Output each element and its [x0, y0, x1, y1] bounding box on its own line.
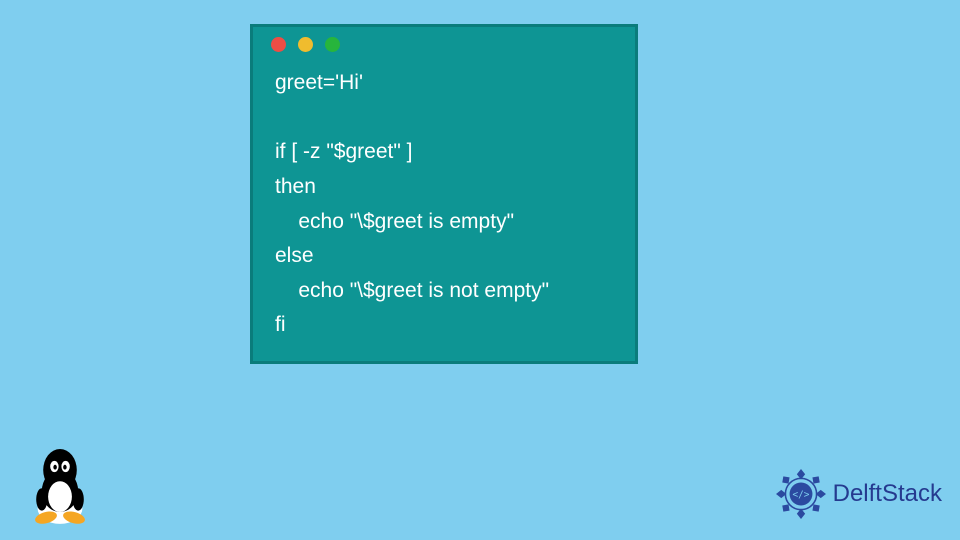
- delftstack-logo: </> DelftStack: [775, 468, 942, 520]
- code-window: greet='Hi' if [ -z "$greet" ] then echo …: [250, 24, 638, 364]
- window-titlebar: [253, 27, 635, 56]
- maximize-icon: [325, 37, 340, 52]
- code-line: echo "\$greet is not empty": [275, 279, 549, 302]
- code-body: greet='Hi' if [ -z "$greet" ] then echo …: [253, 56, 635, 343]
- brand-label: DelftStack: [833, 480, 942, 508]
- code-line: else: [275, 244, 314, 267]
- code-line: echo "\$greet is empty": [275, 210, 514, 233]
- code-line: then: [275, 175, 316, 198]
- code-line: fi: [275, 313, 286, 336]
- code-line: greet='Hi': [275, 71, 363, 94]
- svg-text:</>: </>: [792, 490, 809, 501]
- code-line: if [ -z "$greet" ]: [275, 140, 412, 163]
- linux-tux-icon: [24, 442, 96, 526]
- close-icon: [271, 37, 286, 52]
- minimize-icon: [298, 37, 313, 52]
- delftstack-seal-icon: </>: [775, 468, 827, 520]
